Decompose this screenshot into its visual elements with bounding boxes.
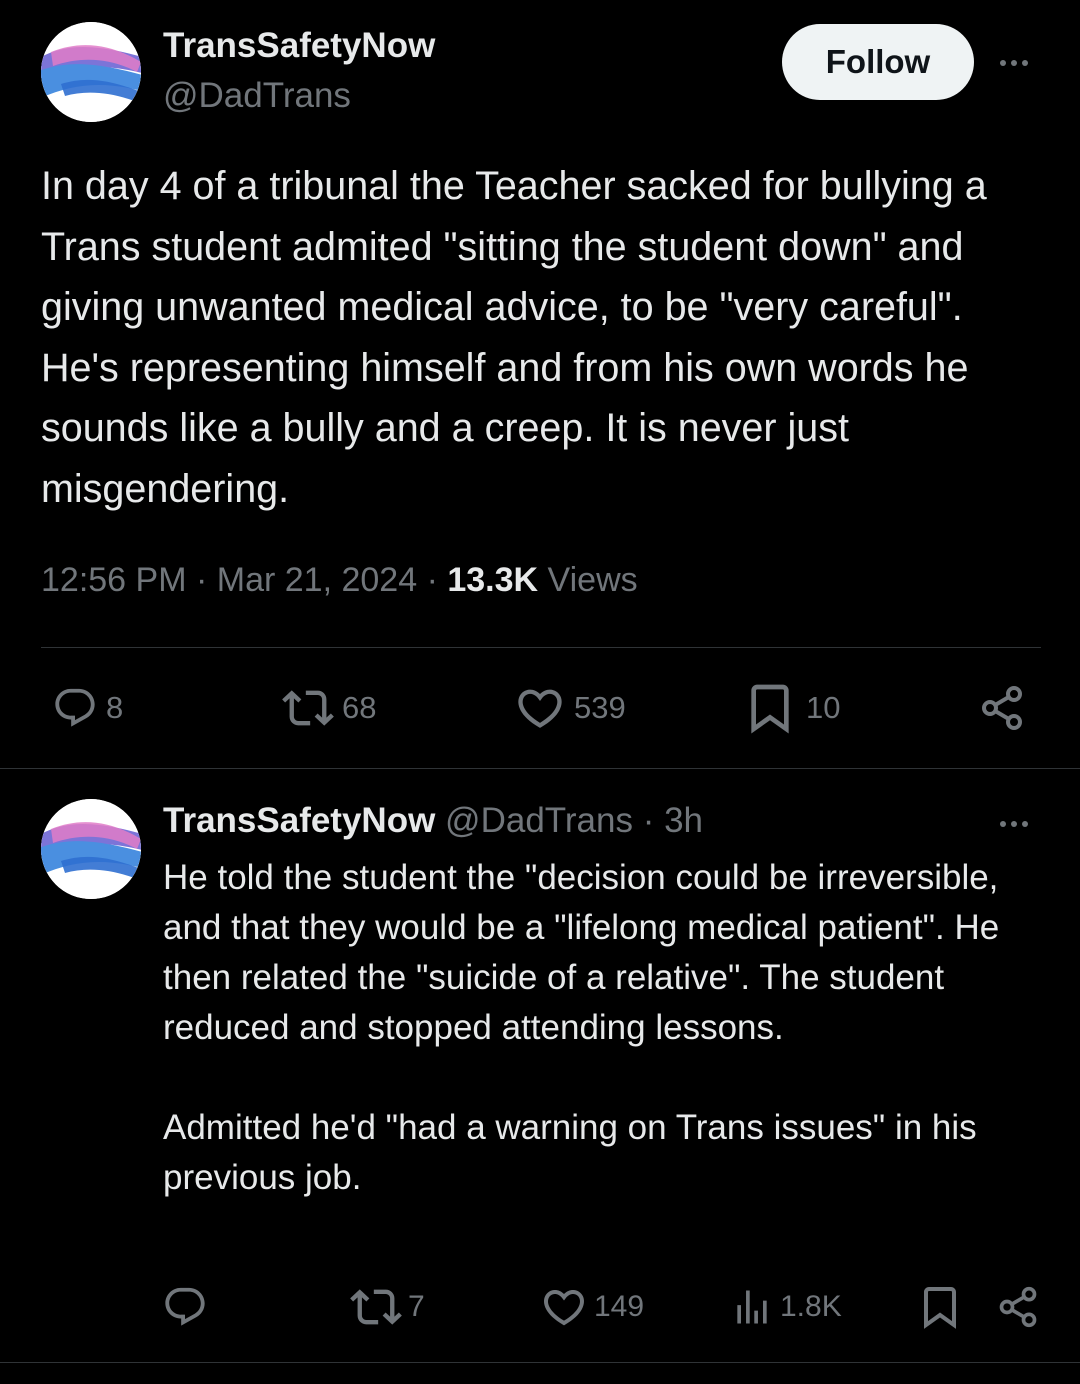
bookmark-count: 10 — [806, 690, 841, 725]
repost-count: 68 — [342, 690, 377, 725]
tweet-text: He told the student the "decision could … — [163, 858, 1000, 1197]
share-icon — [996, 1285, 1040, 1329]
share-icon — [978, 684, 1026, 732]
share-button[interactable] — [978, 682, 1026, 734]
share-button[interactable] — [996, 1281, 1040, 1333]
main-tweet: TransSafetyNow @DadTrans Follow In day 4… — [0, 0, 1080, 768]
user-handle[interactable]: @DadTrans — [445, 801, 633, 840]
like-icon — [514, 682, 566, 734]
reply-button[interactable] — [162, 1281, 208, 1333]
display-name[interactable]: TransSafetyNow — [163, 26, 435, 66]
bookmark-button[interactable]: 10 — [742, 682, 840, 734]
tweet-time[interactable]: 12:56 PM — [41, 561, 187, 599]
avatar[interactable] — [41, 799, 141, 899]
views-button[interactable]: 1.8K — [730, 1281, 842, 1333]
views-icon — [730, 1285, 774, 1329]
follow-button[interactable]: Follow — [782, 24, 974, 100]
reply-header: TransSafetyNow @DadTrans · 3h — [163, 801, 703, 841]
avatar-image — [41, 799, 141, 899]
avatar-image — [41, 22, 141, 122]
separator: · — [642, 801, 655, 840]
bookmark-button[interactable] — [916, 1281, 964, 1333]
reply-icon — [162, 1284, 208, 1330]
reply-icon — [52, 685, 98, 731]
bookmark-icon — [742, 680, 798, 736]
separator: · — [195, 561, 208, 599]
more-icon[interactable] — [1000, 821, 1028, 827]
time-ago[interactable]: 3h — [664, 801, 703, 840]
reply-button[interactable]: 8 — [52, 682, 123, 734]
divider — [0, 1362, 1080, 1363]
like-button[interactable]: 149 — [540, 1281, 644, 1333]
reply-tweet[interactable]: TransSafetyNow @DadTrans · 3h He told th… — [0, 769, 1080, 1363]
tweet-metadata: 12:56 PM · Mar 21, 2024 · 13.3K Views — [41, 561, 638, 600]
divider — [41, 647, 1041, 648]
views-count: 13.3K — [447, 561, 539, 599]
like-count: 539 — [574, 690, 626, 725]
avatar[interactable] — [41, 22, 141, 122]
tweet-text: In day 4 of a tribunal the Teacher sacke… — [41, 164, 987, 511]
repost-icon — [282, 682, 334, 734]
tweet-date[interactable]: Mar 21, 2024 — [217, 561, 417, 599]
display-name[interactable]: TransSafetyNow — [163, 801, 435, 840]
views-count: 1.8K — [780, 1290, 842, 1323]
repost-count: 7 — [408, 1290, 425, 1323]
user-handle[interactable]: @DadTrans — [163, 76, 351, 116]
repost-icon — [350, 1281, 402, 1333]
more-icon[interactable] — [1000, 60, 1028, 66]
like-button[interactable]: 539 — [514, 682, 626, 734]
like-count: 149 — [594, 1290, 645, 1323]
like-icon — [540, 1283, 588, 1331]
views-label: Views — [547, 561, 638, 599]
repost-button[interactable]: 68 — [282, 682, 376, 734]
bookmark-icon — [916, 1283, 964, 1331]
separator: · — [426, 561, 438, 599]
repost-button[interactable]: 7 — [350, 1281, 425, 1333]
reply-count: 8 — [106, 690, 124, 725]
